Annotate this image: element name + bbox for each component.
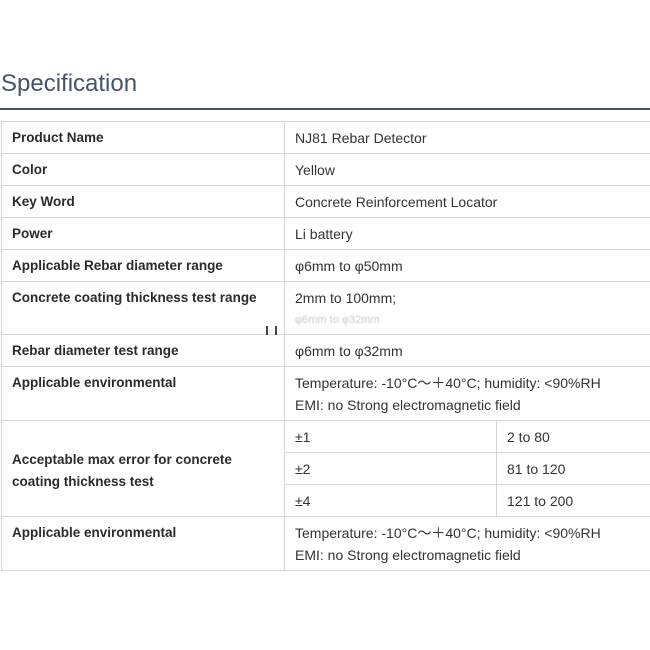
table-row: Key Word Concrete Reinforcement Locator — [1, 185, 650, 218]
table-row: Color Yellow — [1, 153, 650, 186]
spec-value-color: Yellow — [283, 153, 650, 186]
error-range-3: 121 to 200 — [495, 484, 650, 517]
spec-label-color: Color — [1, 153, 285, 186]
table-row: Acceptable max error for concrete coatin… — [1, 420, 650, 517]
spec-label-coating-range: Concrete coating thickness test range — [1, 281, 285, 335]
spec-value-product-name: NJ81 Rebar Detector — [283, 121, 650, 154]
table-row: Applicable environmental Temperature: -1… — [1, 516, 650, 571]
spec-label-environment-1: Applicable environmental — [1, 366, 285, 421]
table-row: Concrete coating thickness test range 2m… — [1, 281, 650, 335]
spec-value-rebar-range: φ6mm to φ50mm — [283, 249, 650, 282]
spec-value-environment-2: Temperature: -10°C～＋40°C; humidity: <90%… — [283, 516, 650, 571]
title-divider — [0, 108, 650, 110]
specification-table: Product Name NJ81 Rebar Detector Color Y… — [1, 121, 650, 571]
stray-marks — [266, 326, 280, 335]
spec-value-power: Li battery — [283, 217, 650, 250]
error-value-2: ±2 — [284, 452, 497, 485]
environment-1-temperature: Temperature: -10°C～＋40°C; humidity: <90%… — [295, 375, 601, 391]
spec-label-power: Power — [1, 217, 285, 250]
coating-range-value: 2mm to 100mm; — [295, 290, 397, 306]
spec-value-coating-range: 2mm to 100mm; φ6mm to φ32mm — [283, 281, 650, 335]
spec-value-rebar-test: φ6mm to φ32mm — [283, 334, 650, 367]
error-range-2: 81 to 120 — [495, 452, 650, 485]
environment-1-emi: EMI: no Strong electromagnetic field — [295, 397, 521, 413]
coating-range-faded-text: φ6mm to φ32mm — [295, 314, 380, 326]
environment-2-emi: EMI: no Strong electromagnetic field — [295, 547, 521, 563]
table-row: Rebar diameter test range φ6mm to φ32mm — [1, 334, 650, 367]
environment-2-temperature: Temperature: -10°C～＋40°C; humidity: <90%… — [295, 525, 601, 541]
spec-label-key-word: Key Word — [1, 185, 285, 218]
table-row: Applicable Rebar diameter range φ6mm to … — [1, 249, 650, 282]
error-value-3: ±4 — [284, 484, 497, 517]
spec-label-max-error: Acceptable max error for concrete coatin… — [1, 420, 285, 517]
table-row: Applicable environmental Temperature: -1… — [1, 366, 650, 421]
spec-label-rebar-test: Rebar diameter test range — [1, 334, 285, 367]
table-row: Power Li battery — [1, 217, 650, 250]
spec-value-environment-1: Temperature: -10°C～＋40°C; humidity: <90%… — [283, 366, 650, 421]
page-title: Specification — [1, 70, 138, 97]
error-value-1: ±1 — [284, 420, 497, 453]
table-row: Product Name NJ81 Rebar Detector — [1, 121, 650, 154]
spec-label-environment-2: Applicable environmental — [1, 516, 285, 571]
spec-label-product-name: Product Name — [1, 121, 285, 154]
spec-label-rebar-range: Applicable Rebar diameter range — [1, 249, 285, 282]
spec-value-key-word: Concrete Reinforcement Locator — [283, 185, 650, 218]
error-range-1: 2 to 80 — [495, 420, 650, 453]
